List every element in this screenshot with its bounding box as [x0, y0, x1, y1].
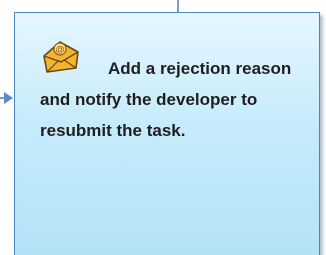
incoming-arrowhead: [4, 92, 13, 104]
step-description-text: Add a rejection reason and notify the de…: [40, 59, 292, 140]
process-step-box: @ Add a rejection reason and notify the …: [14, 12, 320, 255]
diagram-canvas: @ Add a rejection reason and notify the …: [0, 0, 326, 255]
step-description: Add a rejection reason and notify the de…: [40, 53, 310, 146]
